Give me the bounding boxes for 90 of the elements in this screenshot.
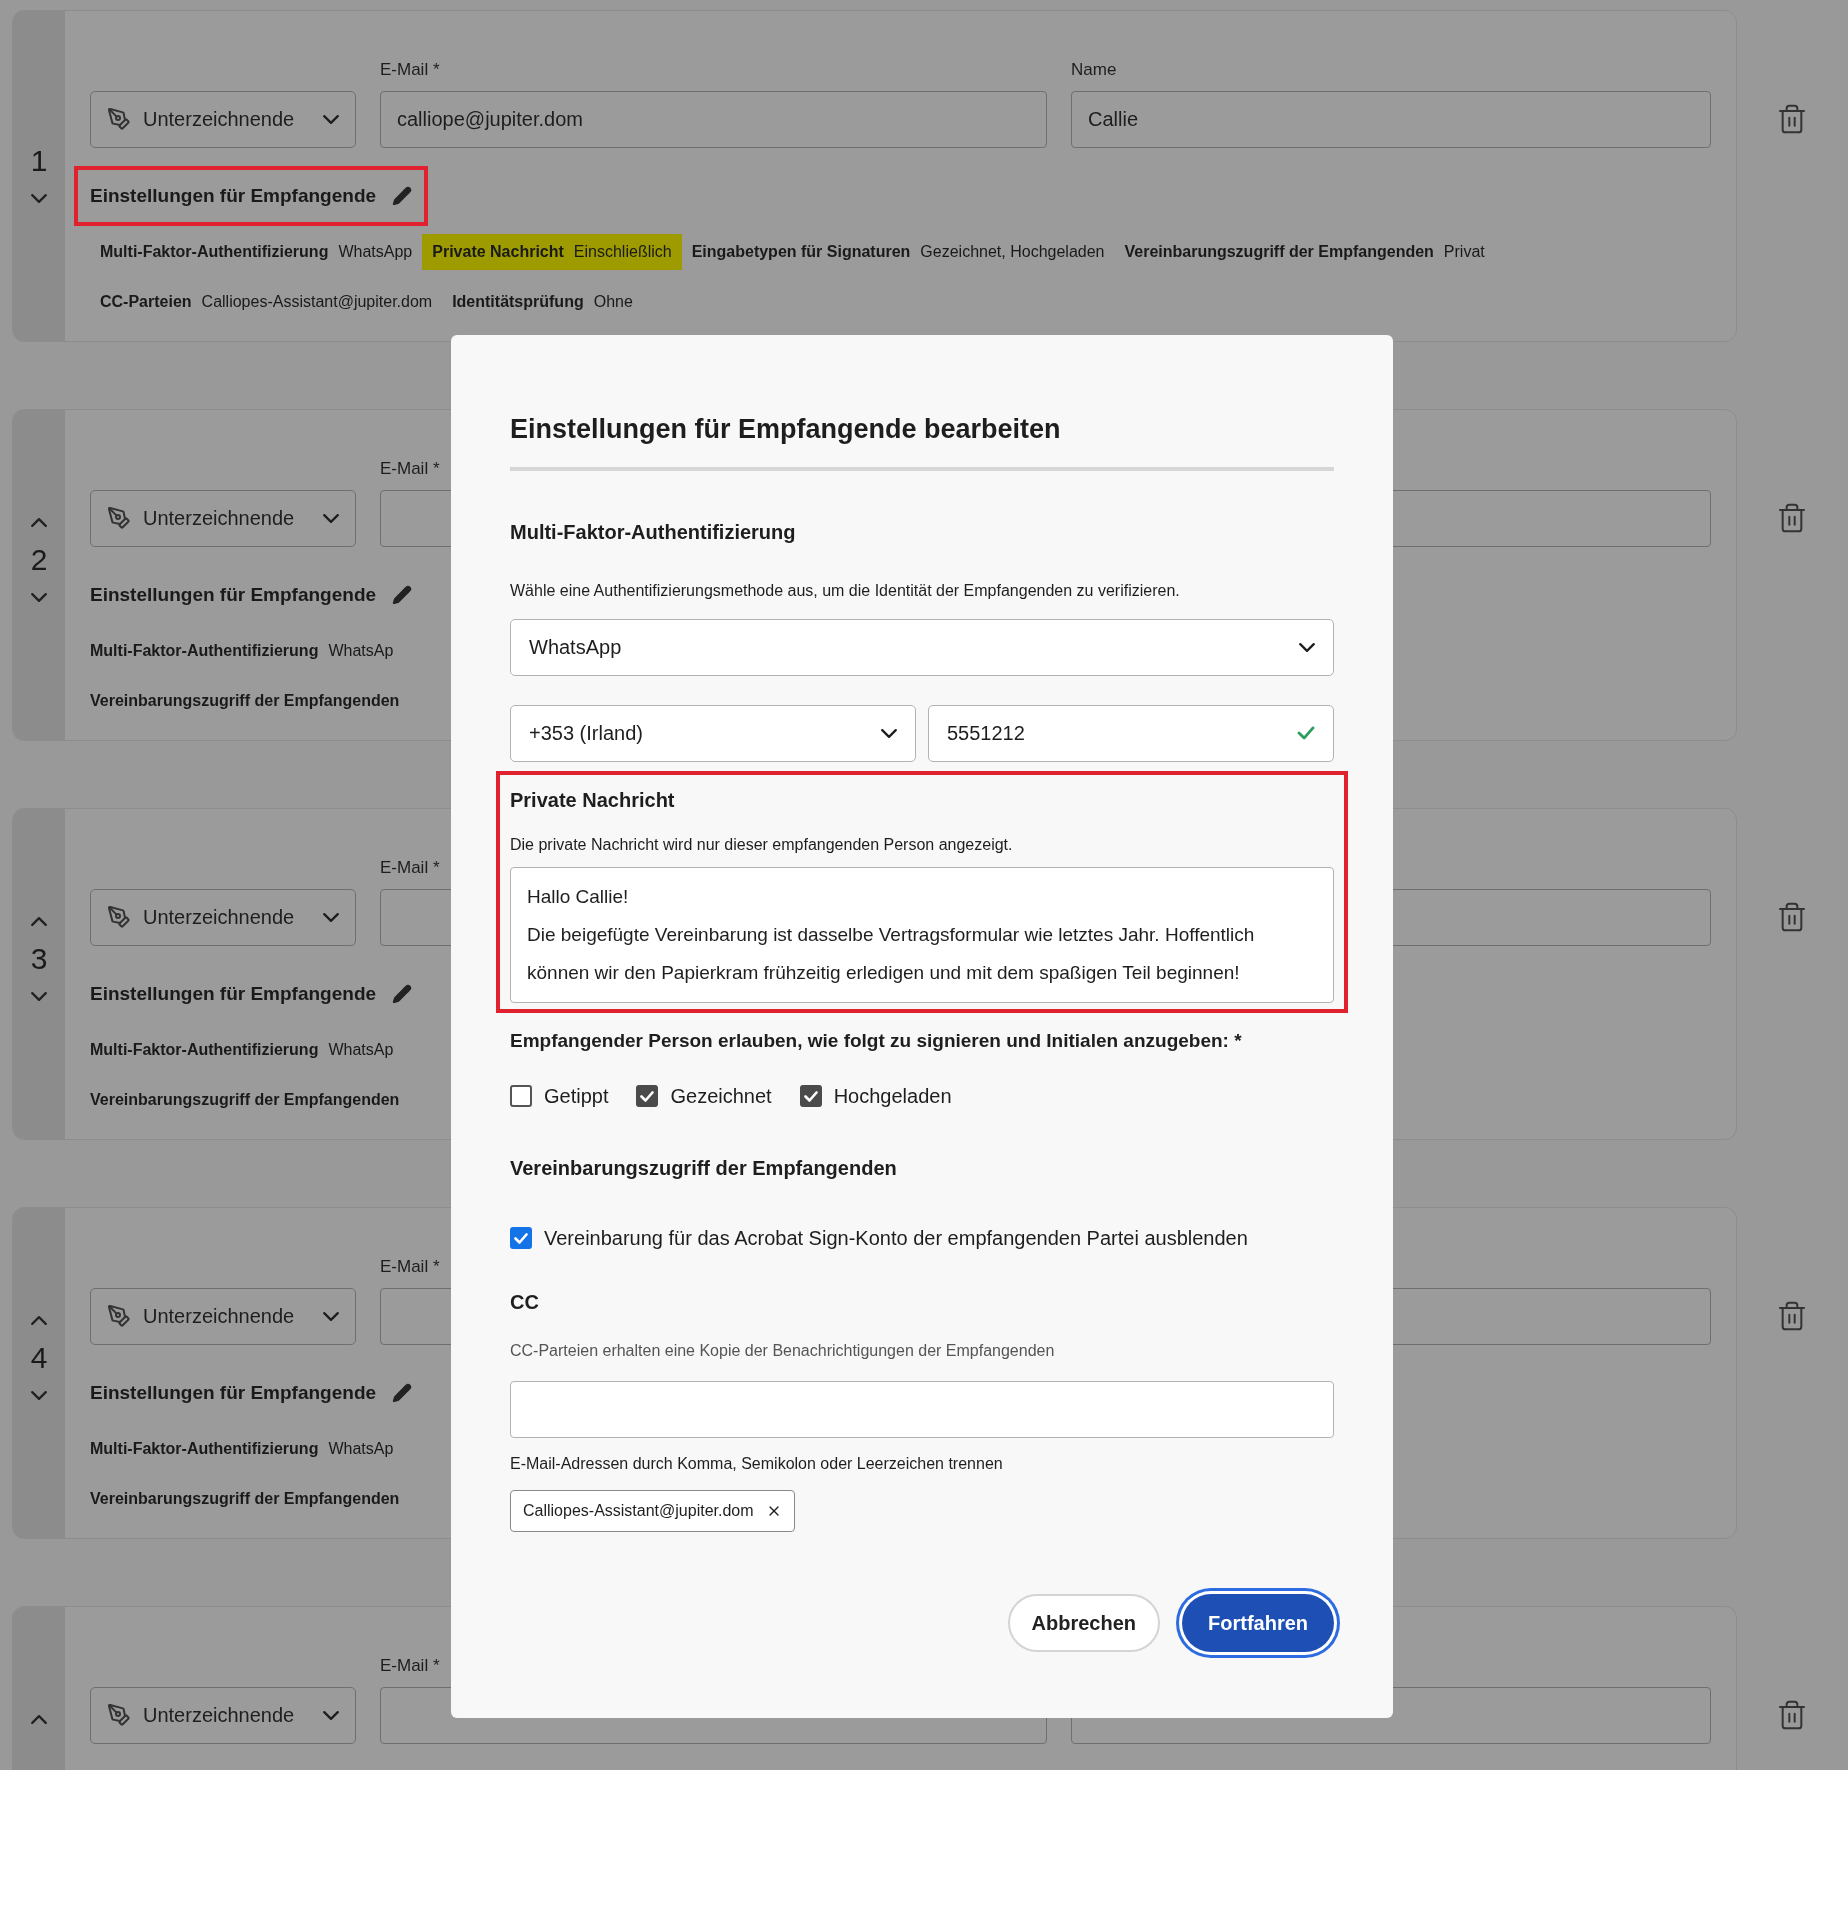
pencil-icon[interactable]: [392, 1382, 413, 1403]
summary-value: WhatsAp: [328, 1439, 394, 1459]
role-dropdown[interactable]: Unterzeichnende: [90, 90, 356, 148]
dialog-title: Einstellungen für Empfangende bearbeiten: [510, 413, 1062, 446]
pen-nib-icon: [107, 107, 131, 131]
section-heading: Empfangender Person erlauben, wie folgt zu signieren und Initialen anzugeben: *: [510, 1028, 1243, 1053]
tag-text: Calliopes-Assistant@jupiter.dom: [523, 1501, 754, 1522]
settings-title: Einstellungen für Empfangende: [90, 981, 377, 1006]
country-code-dropdown[interactable]: +353 (Irland): [510, 704, 916, 762]
check-icon: [640, 1090, 655, 1102]
cancel-button[interactable]: Abbrechen: [1007, 1594, 1160, 1652]
summary-label: Vereinbarungszugriff der Empfangenden: [90, 1489, 400, 1509]
summary-label: Private Nachricht: [432, 242, 564, 262]
email-label: E-Mail *: [380, 857, 441, 879]
recipient-number: 1: [30, 146, 48, 176]
settings-title: Einstellungen für Empfangende: [90, 1380, 377, 1405]
summary-label: Vereinbarungszugriff der Empfangenden: [90, 691, 400, 711]
section-heading: Vereinbarungszugriff der Empfangenden: [510, 1156, 898, 1182]
section-description: Die private Nachricht wird nur dieser empfangenden Person angezeigt.: [510, 834, 1014, 855]
email-label: E-Mail *: [380, 1256, 441, 1278]
summary-value: WhatsAp: [328, 1040, 394, 1060]
pen-nib-icon: [107, 506, 131, 530]
summary-label: Multi-Faktor-Authentifizierung: [100, 242, 329, 262]
summary-value: Calliopes-Assistant@jupiter.dom: [201, 292, 433, 312]
summary-value: WhatsAp: [328, 641, 394, 661]
checkbox[interactable]: [510, 1085, 532, 1108]
summary-value: Privat: [1443, 242, 1485, 262]
check-icon: [514, 1232, 528, 1244]
chevron-down-icon: [323, 912, 339, 922]
settings-title: Einstellungen für Empfangende: [90, 183, 377, 208]
section-description: CC-Parteien erhalten eine Kopie der Benachrichtigungen der Empfangenden: [510, 1341, 1056, 1362]
role-dropdown[interactable]: Unterzeichnende: [90, 1287, 356, 1345]
chevron-down-icon[interactable]: [31, 593, 47, 602]
role-dropdown[interactable]: Unterzeichnende: [90, 1686, 356, 1744]
method-dropdown[interactable]: WhatsApp: [510, 618, 1334, 676]
recipient-number: 3: [30, 944, 48, 974]
name-label: Name: [1071, 59, 1118, 81]
name-field[interactable]: Callie: [1071, 90, 1711, 148]
section-description: Wähle eine Authentifizierungsmethode aus, um die Identität der Empfangenden zu verifizieren.: [510, 580, 1181, 601]
pen-nib-icon: [107, 1703, 131, 1727]
message-field[interactable]: Hallo Callie! Die beigefügte Vereinbarung ist dasselbe Vertragsformular wie letztes Jahr. Hoffentlich können wir den Papierkram frühzeitig erledigen und mit dem spaßigen Teil beginnen!: [510, 866, 1334, 1003]
summary-value: Gezeichnet, Hochgeladen: [920, 242, 1105, 262]
checkbox[interactable]: [510, 1227, 532, 1250]
pencil-icon[interactable]: [392, 983, 413, 1004]
checkbox-label: Hochgeladen: [833, 1084, 952, 1110]
checkbox-label: Gezeichnet: [670, 1084, 772, 1110]
summary-label: Vereinbarungszugriff der Empfangenden: [90, 1090, 400, 1110]
email-field[interactable]: calliope@jupiter.dom: [380, 90, 1047, 148]
chevron-down-icon: [323, 513, 339, 523]
section-heading: CC: [510, 1290, 540, 1316]
summary-label: Multi-Faktor-Authentifizierung: [90, 641, 319, 661]
chevron-down-icon: [881, 728, 897, 738]
helper-text: E-Mail-Adressen durch Komma, Semikolon oder Leerzeichen trennen: [510, 1454, 1004, 1475]
summary-label: Vereinbarungszugriff der Empfangenden: [1124, 242, 1434, 262]
chevron-down-icon: [323, 1710, 339, 1720]
checkbox-label: Getippt: [544, 1084, 609, 1110]
pencil-icon[interactable]: [392, 185, 413, 206]
chevron-down-icon[interactable]: [31, 194, 47, 203]
cc-input-field[interactable]: [510, 1381, 1334, 1439]
role-dropdown[interactable]: Unterzeichnende: [90, 888, 356, 946]
summary-label: Identitätsprüfung: [452, 292, 584, 312]
recipient-number: 4: [30, 1343, 48, 1373]
pen-nib-icon: [107, 905, 131, 929]
chevron-down-icon: [1299, 642, 1315, 652]
chevron-down-icon: [323, 114, 339, 124]
chevron-down-icon[interactable]: [31, 992, 47, 1001]
pencil-icon[interactable]: [392, 584, 413, 605]
phone-field[interactable]: 5551212: [928, 704, 1334, 762]
chevron-down-icon: [323, 1311, 339, 1321]
chevron-down-icon[interactable]: [31, 1391, 47, 1400]
recipient-number: 2: [30, 545, 48, 575]
pen-nib-icon: [107, 1304, 131, 1328]
check-icon: [803, 1090, 818, 1102]
email-label: E-Mail *: [380, 59, 441, 81]
settings-title: Einstellungen für Empfangende: [90, 582, 377, 607]
summary-label: CC-Parteien: [100, 292, 192, 312]
role-dropdown[interactable]: Unterzeichnende: [90, 489, 356, 547]
section-heading: Multi-Faktor-Authentifizierung: [510, 519, 797, 545]
checkbox[interactable]: [799, 1085, 822, 1108]
summary-value: WhatsApp: [338, 242, 413, 262]
email-label: E-Mail *: [380, 458, 441, 480]
checkbox[interactable]: [636, 1085, 659, 1108]
summary-label: Multi-Faktor-Authentifizierung: [90, 1040, 319, 1060]
summary-value: Ohne: [593, 292, 633, 312]
checkbox-label: Vereinbarung für das Acrobat Sign-Konto der empfangenden Partei ausblenden: [544, 1226, 1248, 1252]
summary-label: Multi-Faktor-Authentifizierung: [90, 1439, 319, 1459]
summary-label: Eingabetypen für Signaturen: [691, 242, 911, 262]
email-label: E-Mail *: [380, 1655, 441, 1677]
section-heading: Private Nachricht: [510, 787, 676, 813]
summary-value: Einschließlich: [573, 242, 672, 262]
